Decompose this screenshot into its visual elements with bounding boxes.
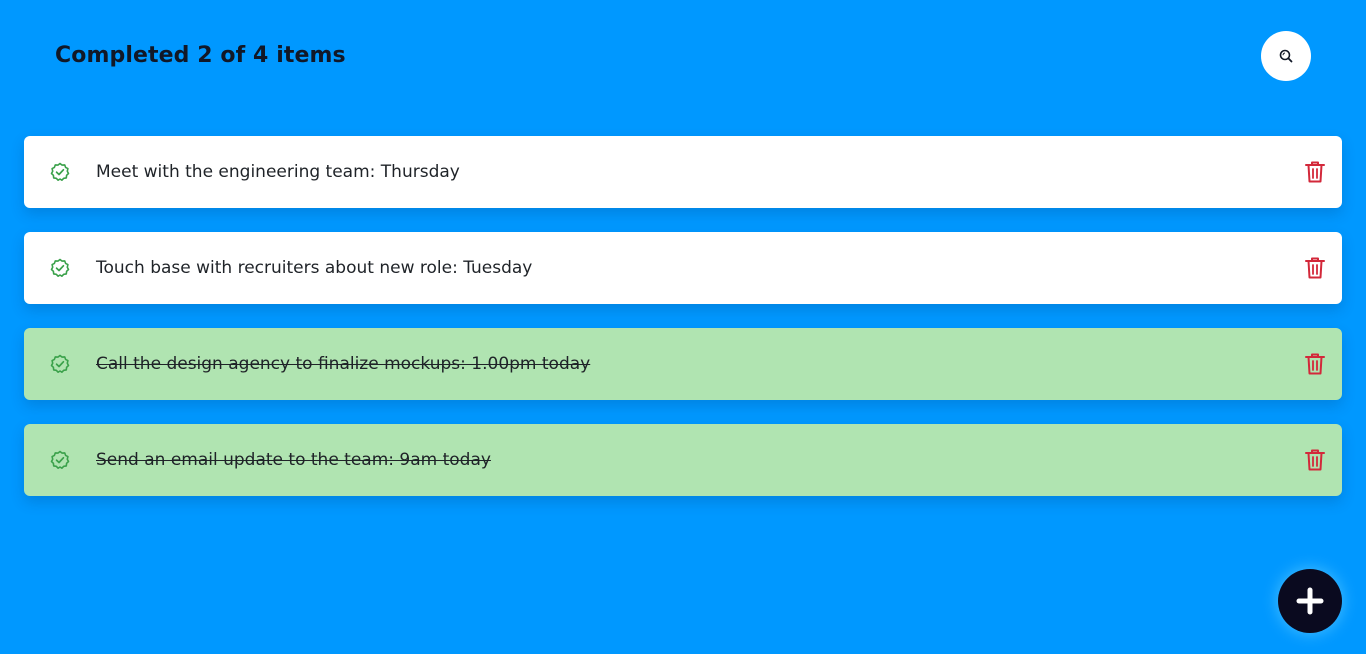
todo-text: Send an email update to the team: 9am to… [96, 450, 491, 470]
delete-button[interactable] [1304, 256, 1326, 280]
todo-item: Touch base with recruiters about new rol… [24, 232, 1342, 304]
search-button[interactable] [1261, 31, 1311, 81]
todo-list: Meet with the engineering team: Thursday… [24, 136, 1342, 520]
todo-text: Call the design agency to finalize mocku… [96, 354, 591, 374]
add-item-button[interactable] [1278, 569, 1342, 633]
trash-icon [1305, 449, 1325, 471]
todo-item-completed: Send an email update to the team: 9am to… [24, 424, 1342, 496]
trash-icon [1305, 257, 1325, 279]
trash-icon [1305, 161, 1325, 183]
todo-item-completed: Call the design agency to finalize mocku… [24, 328, 1342, 400]
todo-item: Meet with the engineering team: Thursday [24, 136, 1342, 208]
check-badge-icon[interactable] [50, 354, 70, 374]
todo-text: Meet with the engineering team: Thursday [96, 162, 460, 182]
page-title: Completed 2 of 4 items [55, 43, 346, 68]
check-badge-icon[interactable] [50, 450, 70, 470]
todo-app: Completed 2 of 4 items Meet with the eng… [0, 0, 1366, 654]
check-badge-icon[interactable] [50, 258, 70, 278]
search-icon [1279, 49, 1293, 63]
plus-icon [1296, 587, 1324, 615]
delete-button[interactable] [1304, 448, 1326, 472]
delete-button[interactable] [1304, 352, 1326, 376]
trash-icon [1305, 353, 1325, 375]
check-badge-icon[interactable] [50, 162, 70, 182]
todo-text: Touch base with recruiters about new rol… [96, 258, 533, 278]
delete-button[interactable] [1304, 160, 1326, 184]
